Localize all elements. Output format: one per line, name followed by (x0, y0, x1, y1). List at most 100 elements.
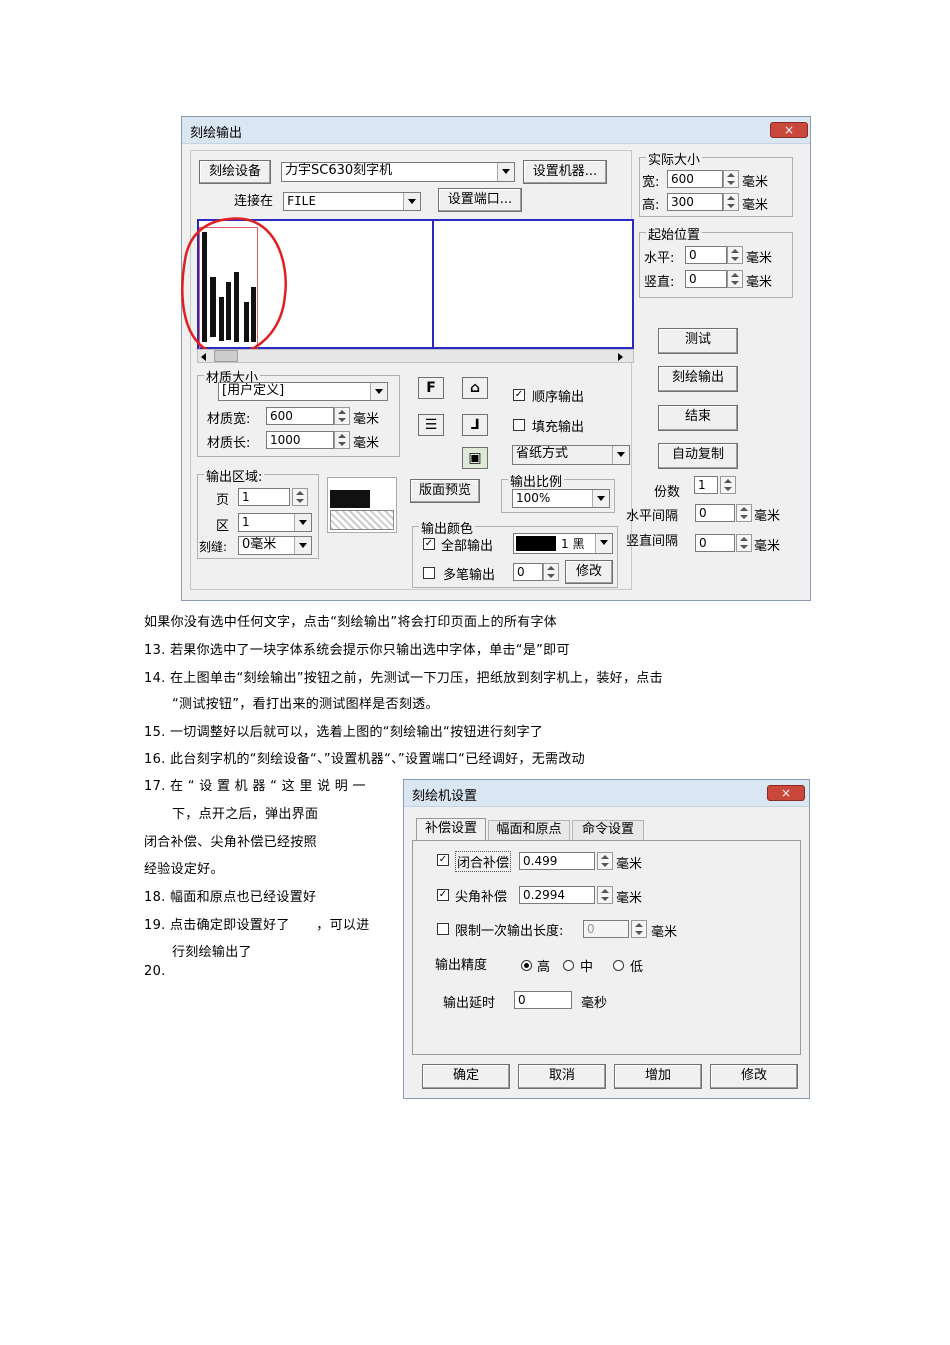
chevron-down-icon[interactable] (370, 383, 387, 400)
tab-compensation[interactable]: 补偿设置 (416, 818, 486, 840)
device-select[interactable]: 力宇SC630刻字机 (281, 162, 515, 182)
portrait-icon[interactable]: ⌂ (462, 377, 488, 399)
h-spacing-spinner[interactable] (736, 504, 752, 522)
auto-copy-button[interactable]: 自动复制 (658, 443, 738, 469)
start-v-spinner[interactable] (727, 270, 743, 288)
all-output-label: 全部输出 (441, 539, 494, 554)
multi-pen-input[interactable]: 0 (513, 563, 543, 581)
v-spacing-input[interactable]: 0 (695, 534, 735, 552)
chevron-down-icon[interactable] (497, 163, 514, 181)
plot-output-button[interactable]: 刻绘输出 (658, 366, 738, 392)
scroll-thumb[interactable] (214, 350, 238, 362)
material-length-input[interactable]: 1000 (266, 431, 334, 449)
actual-height-input[interactable]: 300 (667, 193, 723, 211)
chevron-down-icon[interactable] (294, 514, 311, 531)
corner-comp-input[interactable]: 0.2994 (519, 886, 595, 904)
order-output-checkbox[interactable]: ✓ (513, 389, 525, 401)
gap-value: 0毫米 (242, 537, 277, 552)
mirror-icon[interactable]: ⅃ (462, 414, 488, 436)
height-spinner[interactable] (723, 193, 739, 211)
material-width-spinner[interactable] (334, 407, 350, 425)
modify-button[interactable]: 修改 (710, 1064, 798, 1089)
close-button[interactable]: × (770, 122, 808, 138)
doc-line-14b: “测试按钮”，看打出来的测试图样是否刻透。 (172, 697, 439, 712)
doc-line-20: 20. (144, 964, 166, 979)
zone-select[interactable]: 1 (238, 513, 312, 532)
all-output-checkbox[interactable]: ✓ (423, 538, 435, 550)
tab-size-origin[interactable]: 幅面和原点 (488, 820, 570, 840)
material-width-input[interactable]: 600 (266, 407, 334, 425)
start-v-input[interactable]: 0 (685, 270, 727, 288)
material-length-spinner[interactable] (334, 431, 350, 449)
unit-label: 毫米 (742, 175, 769, 190)
closed-comp-spinner[interactable] (597, 852, 613, 870)
end-button[interactable]: 结束 (658, 405, 738, 431)
limit-length-checkbox[interactable] (437, 923, 449, 935)
unit-label: 毫米 (353, 412, 380, 427)
page-preview-area[interactable] (181, 217, 634, 357)
start-h-input[interactable]: 0 (685, 246, 727, 264)
tab-panel: ✓ 闭合补偿 0.499 毫米 ✓ 尖角补偿 0.2994 毫米 限制一次输出长… (412, 840, 801, 1055)
pen-color-select[interactable]: 1 黑 (513, 533, 613, 554)
pen-value: 1 黑 (561, 537, 585, 551)
v-spacing-spinner[interactable] (736, 534, 752, 552)
order-output-label: 顺序输出 (532, 390, 585, 405)
connect-label: 连接在 (234, 194, 274, 209)
scroll-right-icon[interactable] (618, 353, 623, 361)
plot-device-button[interactable]: 刻绘设备 (199, 160, 271, 184)
scale-title: 输出比例 (508, 471, 565, 490)
paper-mode-select[interactable]: 省纸方式 (512, 445, 630, 465)
copies-spinner[interactable] (720, 476, 736, 494)
chevron-down-icon[interactable] (403, 193, 420, 210)
connect-select[interactable]: FILE (283, 192, 421, 211)
material-preset-select[interactable]: [用户定义] (218, 382, 388, 401)
chevron-down-icon[interactable] (612, 446, 629, 464)
h-spacing-input[interactable]: 0 (695, 504, 735, 522)
corner-comp-spinner[interactable] (597, 886, 613, 904)
fill-output-checkbox[interactable] (513, 419, 525, 431)
delay-input[interactable]: 0 (514, 991, 572, 1009)
modify-color-button[interactable]: 修改 (565, 560, 613, 584)
layout-preview-button[interactable]: 版面预览 (410, 479, 480, 503)
chevron-down-icon[interactable] (595, 534, 612, 553)
chevron-down-icon[interactable] (294, 537, 311, 554)
scale-select[interactable]: 100% (512, 489, 610, 508)
page-spinner[interactable] (292, 488, 308, 506)
material-preset-value: [用户定义] (222, 383, 285, 398)
precision-low-radio[interactable] (613, 960, 624, 971)
corner-comp-checkbox[interactable]: ✓ (437, 889, 449, 901)
ok-button[interactable]: 确定 (422, 1064, 510, 1089)
image-icon[interactable]: ▣ (462, 447, 488, 469)
title-bar: 刻绘输出 × (182, 117, 810, 144)
closed-comp-checkbox[interactable]: ✓ (437, 854, 449, 866)
page-input[interactable]: 1 (238, 488, 290, 506)
limit-length-input[interactable]: 0 (583, 920, 629, 938)
setup-machine-button[interactable]: 设置机器... (523, 160, 607, 184)
width-spinner[interactable] (723, 170, 739, 188)
precision-high-label: 高 (537, 960, 551, 975)
gap-select[interactable]: 0毫米 (238, 536, 312, 555)
precision-high-radio[interactable] (521, 960, 532, 971)
multi-pen-checkbox[interactable] (423, 567, 435, 579)
f-icon[interactable]: F (418, 377, 444, 399)
closed-comp-input[interactable]: 0.499 (519, 852, 595, 870)
thumbnail-hatch (330, 510, 394, 530)
multi-pen-spinner[interactable] (543, 563, 559, 581)
precision-mid-radio[interactable] (563, 960, 574, 971)
test-button[interactable]: 测试 (658, 328, 738, 354)
setup-port-button[interactable]: 设置端口... (438, 188, 522, 212)
copies-input[interactable]: 1 (694, 476, 718, 494)
limit-length-spinner[interactable] (631, 920, 647, 938)
horizontal-scrollbar[interactable] (197, 349, 634, 363)
tab-command[interactable]: 命令设置 (572, 820, 644, 840)
add-button[interactable]: 增加 (614, 1064, 702, 1089)
align-icon[interactable]: ☰ (418, 414, 444, 436)
close-button[interactable]: × (767, 785, 805, 801)
start-position-group: 起始位置 水平: 0 毫米 竖直: 0 毫米 (639, 224, 793, 298)
scroll-left-icon[interactable] (201, 353, 206, 361)
actual-width-input[interactable]: 600 (667, 170, 723, 188)
actual-size-title: 实际大小 (646, 149, 703, 168)
start-h-spinner[interactable] (727, 246, 743, 264)
chevron-down-icon[interactable] (592, 490, 609, 507)
cancel-button[interactable]: 取消 (518, 1064, 606, 1089)
